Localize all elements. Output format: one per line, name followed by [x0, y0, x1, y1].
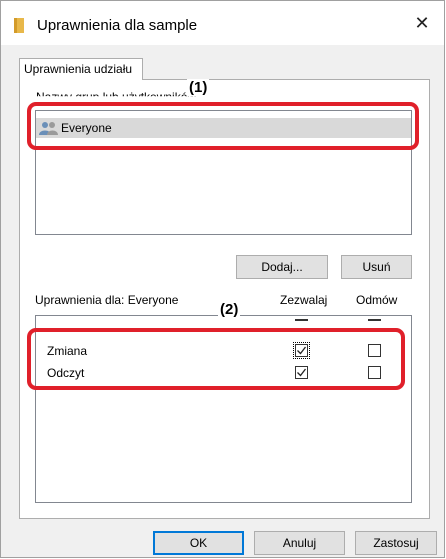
tab-share-permissions[interactable]: Uprawnienia udziału: [19, 58, 143, 80]
folder-icon: [14, 18, 24, 33]
apply-button[interactable]: Zastosuj: [355, 531, 437, 555]
ok-button[interactable]: OK: [153, 531, 244, 555]
permissions-for-label: Uprawnienia dla: Everyone: [35, 293, 179, 307]
close-button[interactable]: ✕: [400, 1, 444, 45]
allow-column-header: Zezwalaj: [280, 293, 328, 307]
annotation-box-2: [27, 328, 405, 390]
deny-column-header: Odmów: [356, 293, 398, 307]
remove-button[interactable]: Usuń: [341, 255, 412, 279]
annotation-box-1: [27, 102, 419, 150]
cancel-button[interactable]: Anuluj: [254, 531, 345, 555]
partial-checkbox: [295, 319, 308, 321]
annotation-label-2: (2): [218, 301, 241, 318]
window-title: Uprawnienia dla sample: [37, 17, 198, 34]
close-icon: ✕: [414, 12, 430, 33]
annotation-label-1: (1): [187, 79, 210, 96]
title-bar: Uprawnienia dla sample ✕: [1, 1, 444, 45]
add-button[interactable]: Dodaj...: [236, 255, 328, 279]
partial-checkbox: [368, 319, 381, 321]
